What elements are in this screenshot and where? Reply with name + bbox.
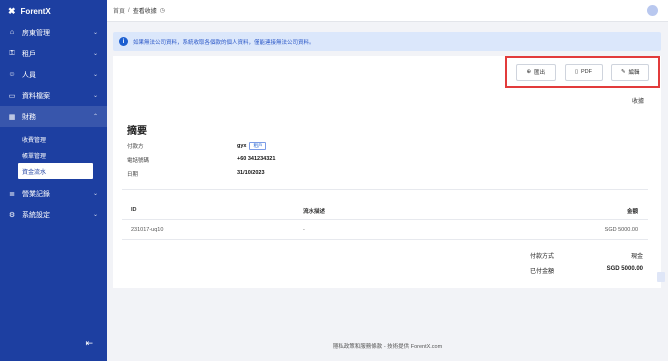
clock-icon: ◷: [159, 8, 165, 14]
column-header-desc: 流水描述: [303, 209, 326, 215]
sidebar-item-label: 系統設定: [22, 211, 50, 219]
divider: [122, 239, 648, 240]
info-banner: i 如果無法公司資料，系統收取各個款的個人資料，僅能連接無法公司資料。: [113, 32, 661, 51]
payer-label: 付款方: [127, 144, 144, 150]
house-icon: ⌂: [9, 29, 15, 36]
action-toolbar: ⊕ 匯出 ▯ PDF ✎ 編輯: [505, 56, 660, 88]
sidebar-item-files[interactable]: ▭ 資料檔案 ⌄: [0, 85, 107, 106]
divider: [122, 189, 648, 190]
gear-icon: ⚙: [8, 211, 16, 219]
logo-icon: ✖: [8, 5, 16, 16]
user-icon: ☺: [8, 71, 16, 78]
chevron-down-icon: ⌄: [92, 93, 98, 99]
chevron-down-icon: ⌄: [92, 191, 98, 197]
brand[interactable]: ✖ ForentX: [0, 0, 107, 22]
table-cell-amount: SGD 5000.00: [604, 227, 638, 233]
pdf-button[interactable]: ▯ PDF: [564, 63, 603, 81]
paid-amount-label: 已付金額: [530, 269, 555, 275]
column-header-id: ID: [131, 207, 137, 213]
chevron-down-icon: ⌄: [92, 212, 98, 218]
breadcrumb-separator: /: [128, 7, 130, 14]
file-icon: ▯: [574, 69, 579, 75]
receipt-card: [113, 56, 661, 288]
export-button[interactable]: ⊕ 匯出: [515, 63, 556, 81]
chevron-up-icon: ⌃: [92, 114, 98, 120]
payer-value: gyx 租戶: [237, 142, 267, 150]
sidebar-item-landlord[interactable]: ⌂ 房東管理 ⌄: [0, 22, 107, 43]
paid-amount-value: SGD 5000.00: [606, 266, 643, 272]
sidebar-item-settings[interactable]: ⚙ 系統設定 ⌄: [0, 204, 107, 225]
breadcrumb: 首頁 / 查看收據 ◷: [107, 0, 668, 22]
calculator-icon: ▦: [8, 113, 16, 121]
sidebar-item-label: 房東管理: [22, 29, 50, 37]
table-cell-desc: -: [303, 227, 305, 233]
sidebar-subitem-invoices[interactable]: 帳單管理: [0, 147, 107, 163]
chevron-down-icon: ⌄: [92, 30, 98, 36]
tenant-tag: 租戶: [249, 142, 267, 150]
sidebar-item-label: 資料檔案: [22, 92, 50, 100]
sidebar-item-label: 人員: [22, 71, 36, 79]
avatar[interactable]: [647, 5, 658, 16]
collapse-sidebar-icon[interactable]: ⇤: [85, 338, 93, 349]
breadcrumb-home[interactable]: 首頁: [113, 6, 125, 15]
app-name: ForentX: [20, 6, 51, 16]
breadcrumb-current: 查看收據: [132, 9, 157, 15]
sidebar-item-finance[interactable]: ▦ 財務 ⌃: [0, 106, 107, 127]
list-icon: ≣: [9, 190, 15, 198]
sidebar-item-records[interactable]: ≣ 營業記錄 ⌄: [0, 183, 107, 204]
sidebar-subitem-billing[interactable]: 收費管理: [0, 131, 107, 147]
export-icon: ⊕: [526, 69, 532, 75]
sidebar-subitem-cashflow[interactable]: 資金流水: [18, 163, 93, 179]
payment-method-label: 付款方式: [530, 254, 555, 260]
sidebar-item-label: 租戶: [22, 50, 36, 58]
receipt-label: 收據: [631, 99, 644, 105]
phone-value: +60 341234321: [237, 156, 276, 162]
key-icon: ⚿: [9, 49, 15, 57]
payer-name: gyx: [237, 143, 247, 149]
folder-icon: ▭: [8, 92, 16, 100]
sidebar: ✖ ForentX ⌂ 房東管理 ⌄ ⚿ 租戶 ⌄ ☺ 人員 ⌄ ▭ 資料檔案 …: [0, 0, 107, 361]
feedback-tab[interactable]: [657, 272, 665, 282]
edit-icon: ✎: [620, 69, 626, 75]
edit-button[interactable]: ✎ 編輯: [611, 63, 650, 81]
footer: 隱私政策和服務條款 - 技術提供 ForentX.com: [332, 344, 443, 350]
table-cell-id: 231017-uq10: [131, 227, 164, 233]
sidebar-item-tenant[interactable]: ⚿ 租戶 ⌄: [0, 43, 107, 64]
banner-text: 如果無法公司資料，系統收取各個款的個人資料，僅能連接無法公司資料。: [133, 39, 315, 46]
sidebar-item-label: 財務: [22, 113, 36, 121]
payment-method-value: 現金: [630, 254, 643, 260]
chevron-down-icon: ⌄: [92, 51, 98, 57]
date-value: 31/10/2023: [237, 170, 265, 176]
summary-title: 摘要: [127, 126, 147, 137]
sidebar-item-label: 營業記錄: [22, 190, 50, 198]
chevron-down-icon: ⌄: [92, 72, 98, 78]
divider: [122, 219, 648, 220]
phone-label: 電話號碼: [127, 158, 150, 164]
sidebar-item-staff[interactable]: ☺ 人員 ⌄: [0, 64, 107, 85]
column-header-amount: 金額: [626, 209, 638, 215]
info-icon: i: [119, 37, 128, 46]
date-label: 日期: [127, 172, 139, 178]
